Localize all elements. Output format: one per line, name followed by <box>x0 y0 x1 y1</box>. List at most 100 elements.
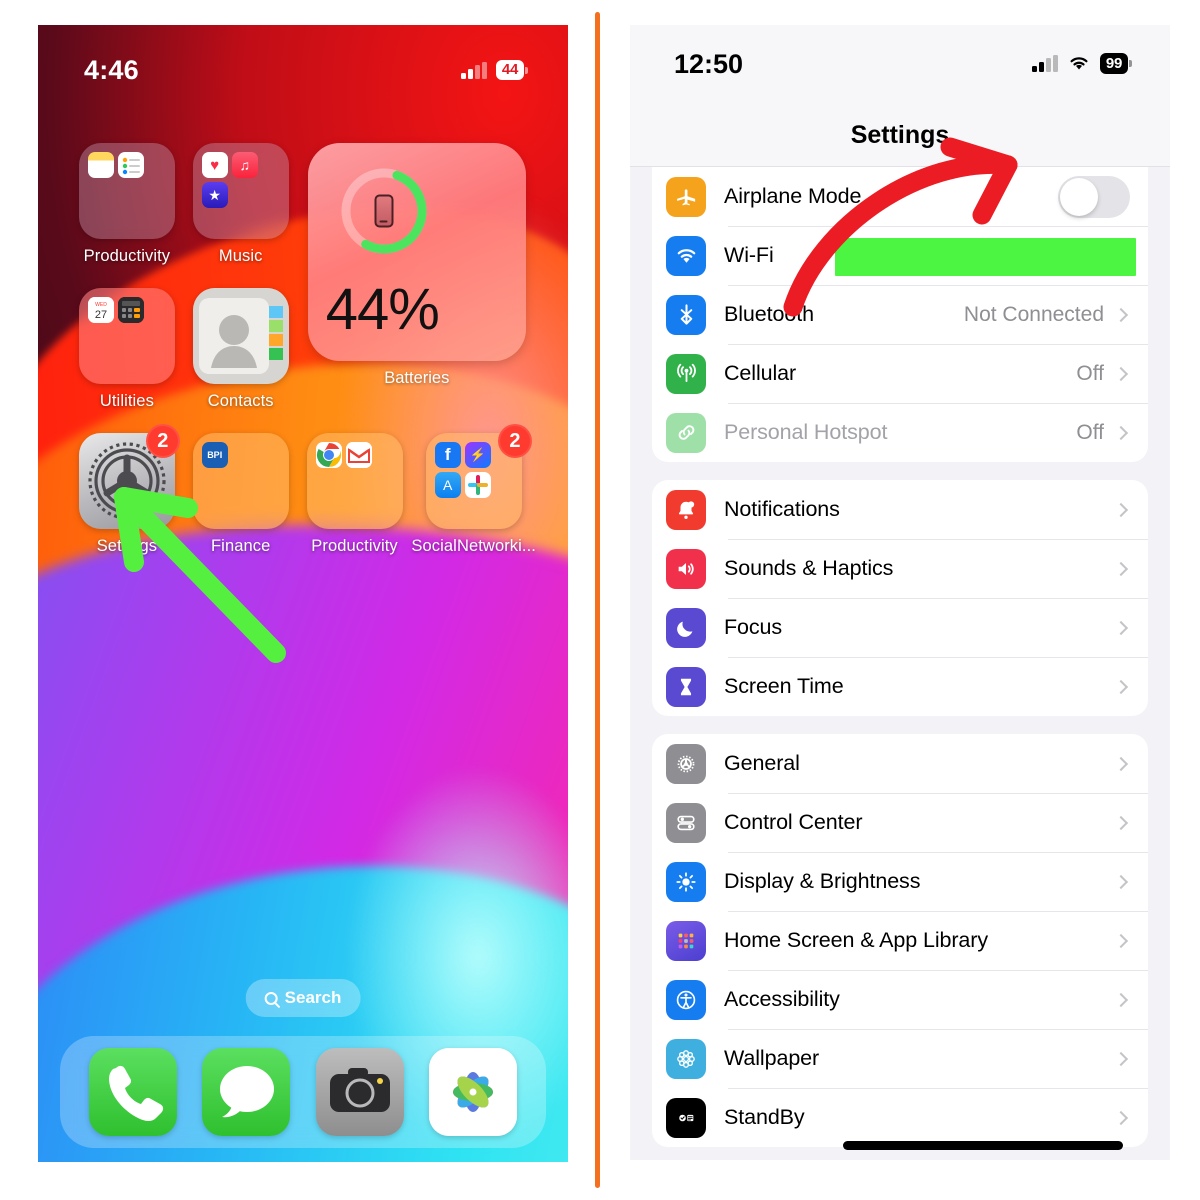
settings-row-home-screen-app-library[interactable]: Home Screen & App Library <box>652 911 1148 970</box>
standby-icon <box>666 1097 706 1138</box>
sliders-icon <box>666 802 706 843</box>
iphone-icon <box>374 194 394 228</box>
settings-row-display-brightness[interactable]: Display & Brightness <box>652 852 1148 911</box>
gear-icon <box>666 743 706 784</box>
gmail-icon <box>345 442 372 468</box>
app-cell-utilities[interactable]: WED 27 Utilities <box>70 288 184 411</box>
settings-row-notifications[interactable]: Notifications <box>652 480 1148 539</box>
settings-row-value: Not Connected <box>963 302 1104 326</box>
settings-row-general[interactable]: General <box>652 734 1148 793</box>
settings-row-label: Display & Brightness <box>724 869 921 893</box>
slack-icon <box>464 472 491 498</box>
app-grid: Productivity ♥ ♫ ★ Music 44% Batteries W… <box>38 143 568 556</box>
airplane-icon <box>666 176 706 217</box>
camera-icon[interactable] <box>315 1048 404 1136</box>
chevron-right-icon <box>1113 366 1129 381</box>
chevron-right-icon <box>1113 425 1129 440</box>
settings-row-label: Wallpaper <box>724 1046 820 1070</box>
app-cell-contacts[interactable]: Contacts <box>184 288 298 411</box>
search-icon <box>264 991 278 1005</box>
badge-count: 2 <box>145 424 180 458</box>
hourglass-icon <box>666 666 706 707</box>
app-label: Contacts <box>207 392 274 410</box>
settings-row-value: Off <box>1076 361 1104 385</box>
folder-icon-music[interactable]: ♥ ♫ ★ <box>192 143 289 239</box>
settings-row-focus[interactable]: Focus <box>652 598 1148 657</box>
speaker-icon <box>666 548 706 589</box>
status-time: 12:50 <box>674 49 744 79</box>
svg-text:WED: WED <box>95 302 107 308</box>
settings-row-value: Off <box>1076 420 1104 444</box>
status-bar-left: 4:46 44 <box>38 25 568 99</box>
settings-row-label: Personal Hotspot <box>724 420 888 444</box>
cellular-bars-icon <box>1032 54 1058 72</box>
app-cell-finance[interactable]: BPI Finance <box>184 433 298 556</box>
calendar-icon: WED 27 <box>87 297 114 323</box>
folder-icon-finance[interactable]: BPI <box>192 433 289 529</box>
settings-row-label: Airplane Mode <box>724 184 862 208</box>
search-button[interactable]: Search <box>245 979 361 1017</box>
settings-list: Airplane Mode Wi-Fi Bluetooth Not Connec… <box>630 167 1170 1147</box>
home-indicator <box>843 1141 1123 1150</box>
accessibility-icon <box>666 979 706 1020</box>
app-cell-socialnetworking[interactable]: f ⚡ A 2 SocialNetworki... <box>411 424 536 556</box>
redaction-bar-green <box>835 238 1136 276</box>
batteries-widget[interactable]: 44% <box>307 143 526 361</box>
settings-row-label: Home Screen & App Library <box>724 928 988 952</box>
settings-row-sounds-haptics[interactable]: Sounds & Haptics <box>652 539 1148 598</box>
settings-row-airplane-mode[interactable]: Airplane Mode <box>652 167 1148 226</box>
chevron-right-icon <box>1113 502 1129 517</box>
battery-level-badge: 44 <box>495 59 524 81</box>
photos-icon[interactable] <box>429 1048 518 1136</box>
settings-row-accessibility[interactable]: Accessibility <box>652 970 1148 1029</box>
settings-row-personal-hotspot[interactable]: Personal Hotspot Off <box>652 403 1148 462</box>
settings-row-wifi[interactable]: Wi-Fi <box>652 226 1148 285</box>
svg-text:27: 27 <box>95 309 107 321</box>
settings-row-wallpaper[interactable]: Wallpaper <box>652 1029 1148 1088</box>
settings-row-label: Cellular <box>724 361 797 385</box>
settings-row-control-center[interactable]: Control Center <box>652 793 1148 852</box>
folder-icon-productivity[interactable] <box>78 143 175 239</box>
app-cell-settings[interactable]: 2 Settings <box>70 424 184 556</box>
airplane-mode-toggle[interactable] <box>1058 175 1130 218</box>
calculator-icon <box>117 297 144 323</box>
settings-row-screen-time[interactable]: Screen Time <box>652 657 1148 716</box>
app-cell-productivity-top[interactable]: Productivity <box>70 143 184 266</box>
settings-row-label: Notifications <box>724 497 840 521</box>
app-label: SocialNetworki... <box>411 537 536 555</box>
bpi-icon: BPI <box>201 442 228 468</box>
battery-ring <box>338 165 430 257</box>
app-cell-music[interactable]: ♥ ♫ ★ Music <box>184 143 298 266</box>
settings-row-label: Accessibility <box>724 987 840 1011</box>
screenshot-root: 4:46 44 Productivity ♥ ♫ ★ Music 44% Bat… <box>0 0 1200 1200</box>
app-label: Music <box>218 247 263 265</box>
app-label: Productivity <box>83 247 171 265</box>
settings-row-bluetooth[interactable]: Bluetooth Not Connected <box>652 285 1148 344</box>
wifi-icon <box>666 235 706 276</box>
folder-icon-productivity-2[interactable] <box>306 433 403 529</box>
contacts-icon[interactable] <box>192 288 289 384</box>
app-label: Utilities <box>99 392 154 410</box>
app-cell-productivity-bottom[interactable]: Productivity <box>298 433 412 556</box>
folder-icon-utilities[interactable]: WED 27 <box>78 288 175 384</box>
settings-row-label: Sounds & Haptics <box>724 556 894 580</box>
phone-icon[interactable] <box>88 1048 177 1136</box>
chrome-icon <box>315 442 342 468</box>
messages-icon[interactable] <box>202 1048 291 1136</box>
settings-row-label: Focus <box>724 615 783 639</box>
settings-row-cellular[interactable]: Cellular Off <box>652 344 1148 403</box>
app-label: Finance <box>211 537 271 555</box>
widget-cell-batteries[interactable]: 44% Batteries <box>298 143 536 411</box>
chevron-right-icon <box>1113 874 1129 889</box>
badge-count: 2 <box>497 424 532 458</box>
chevron-right-icon <box>1113 307 1129 322</box>
iphone-home-screen: 4:46 44 Productivity ♥ ♫ ★ Music 44% Bat… <box>38 25 568 1162</box>
facebook-icon: f <box>434 442 461 468</box>
chevron-right-icon <box>1113 561 1129 576</box>
battery-level-badge: 99 <box>1099 53 1128 74</box>
appstore-icon: A <box>434 472 461 498</box>
settings-row-label: General <box>724 751 800 775</box>
messenger-icon: ⚡ <box>464 442 491 468</box>
chevron-right-icon <box>1113 992 1129 1007</box>
settings-row-standby[interactable]: StandBy <box>652 1088 1148 1147</box>
